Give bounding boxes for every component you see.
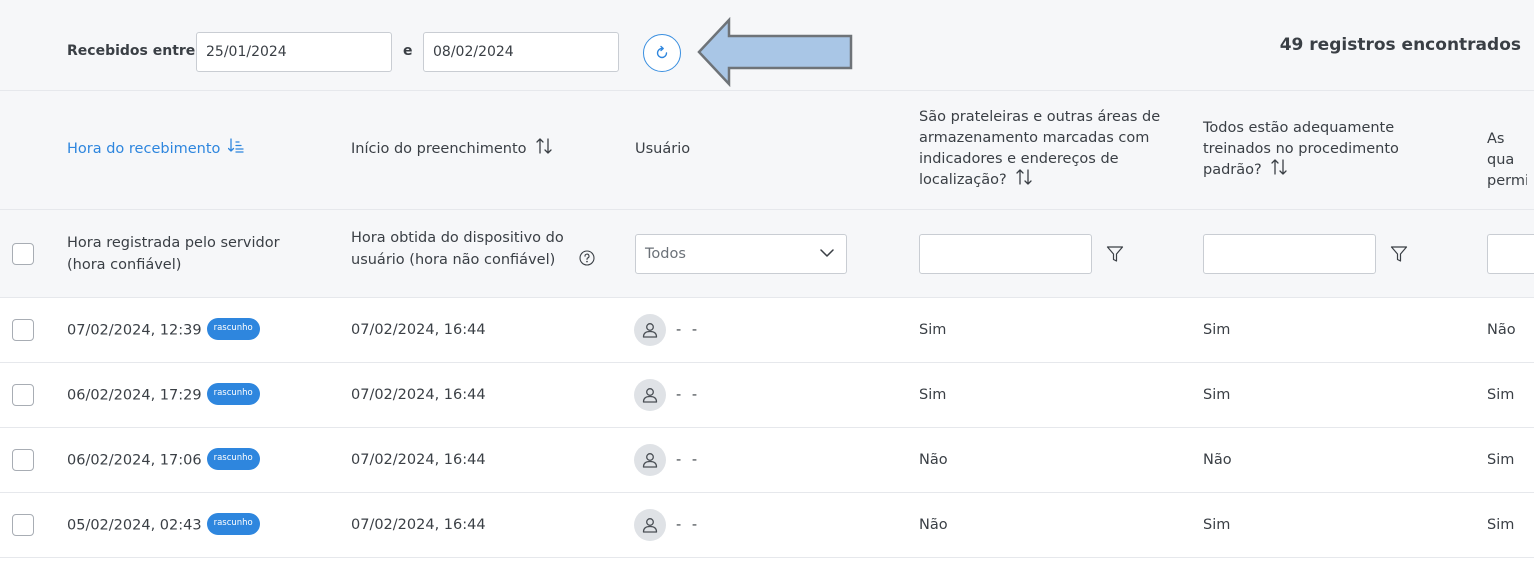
sort-icon[interactable] — [1270, 158, 1288, 176]
column-header-question-2[interactable]: Todos estão adequamente treinados no pro… — [1203, 118, 1413, 181]
started-column-description: Hora obtida do dispositivo do usuário (h… — [351, 227, 611, 271]
row-checkbox[interactable] — [12, 319, 34, 341]
records-count: 49 registros encontrados — [1279, 35, 1521, 55]
user-avatar — [634, 379, 666, 411]
row-checkbox[interactable] — [12, 384, 34, 406]
row-checkbox[interactable] — [12, 449, 34, 471]
user-name: - - — [676, 322, 701, 338]
question-3-cell: Não — [1487, 322, 1516, 338]
column-header-user: Usuário — [635, 141, 691, 157]
funnel-icon[interactable] — [1390, 245, 1408, 263]
received-time: 06/02/2024, 17:06 — [67, 452, 202, 469]
draft-badge: rascunho — [206, 448, 260, 470]
draft-badge: rascunho — [206, 318, 260, 340]
started-description-text: Hora obtida do dispositivo do usuário (h… — [351, 230, 564, 268]
user-name: - - — [676, 387, 701, 403]
sort-icon[interactable] — [535, 137, 553, 155]
refresh-button[interactable] — [643, 34, 681, 72]
draft-badge: rascunho — [206, 383, 260, 405]
question-3-filter-input[interactable] — [1487, 234, 1534, 274]
started-cell: 07/02/2024, 16:44 — [351, 517, 486, 533]
row-checkbox[interactable] — [12, 514, 34, 536]
date-filter-bar: Recebidos entre e 49 registros encontrad… — [0, 0, 1534, 91]
user-icon — [642, 323, 658, 338]
question-1-cell: Sim — [919, 387, 947, 403]
date-range-joiner: e — [403, 43, 413, 59]
refresh-icon — [656, 45, 668, 59]
column-header-started[interactable]: Início do preenchimento — [351, 137, 553, 160]
question-3-cell: Sim — [1487, 387, 1515, 403]
user-name: - - — [676, 452, 701, 468]
column-header-question-3: As qua permit — [1487, 131, 1527, 189]
column-label: Início do preenchimento — [351, 141, 527, 157]
table-row[interactable]: 06/02/2024, 17:29 rascunho 07/02/2024, 16… — [0, 363, 1534, 428]
date-range-label: Recebidos entre — [67, 43, 196, 59]
column-header-question-1[interactable]: São prateleiras e outras áreas de armaze… — [919, 107, 1169, 191]
question-2-cell: Sim — [1203, 517, 1231, 533]
started-cell: 07/02/2024, 16:44 — [351, 387, 486, 403]
question-2-filter-input[interactable] — [1203, 234, 1376, 274]
question-3-cell: Sim — [1487, 517, 1515, 533]
column-label: Hora do recebimento — [67, 141, 221, 157]
user-avatar — [634, 444, 666, 476]
received-column-description: Hora registrada pelo servidor (hora conf… — [67, 235, 280, 273]
user-icon — [642, 453, 658, 468]
sort-ascending-icon[interactable] — [228, 138, 246, 154]
table-filter-row: Hora registrada pelo servidor (hora conf… — [0, 210, 1534, 298]
question-2-cell: Sim — [1203, 322, 1231, 338]
question-2-cell: Sim — [1203, 387, 1231, 403]
table-row[interactable] — [0, 558, 1534, 574]
question-1-filter-input[interactable] — [919, 234, 1092, 274]
user-name: - - — [676, 517, 701, 533]
question-2-cell: Não — [1203, 452, 1232, 468]
table-row[interactable]: 05/02/2024, 02:43 rascunho 07/02/2024, 16… — [0, 493, 1534, 558]
date-from-input[interactable] — [196, 32, 392, 72]
received-time: 05/02/2024, 02:43 — [67, 517, 202, 534]
column-header-received[interactable]: Hora do recebimento — [67, 138, 246, 160]
help-circle-icon[interactable] — [579, 250, 595, 266]
chevron-down-icon — [820, 249, 834, 257]
table-row[interactable]: 06/02/2024, 17:06 rascunho 07/02/2024, 16… — [0, 428, 1534, 493]
funnel-icon[interactable] — [1106, 245, 1124, 263]
received-cell: 06/02/2024, 17:06 rascunho — [67, 448, 260, 470]
draft-badge: rascunho — [206, 513, 260, 535]
started-cell: 07/02/2024, 16:44 — [351, 322, 486, 338]
column-label: Todos estão adequamente treinados no pro… — [1203, 120, 1399, 178]
received-time: 07/02/2024, 12:39 — [67, 322, 202, 339]
question-3-cell: Sim — [1487, 452, 1515, 468]
received-cell: 07/02/2024, 12:39 rascunho — [67, 318, 260, 340]
user-icon — [642, 388, 658, 403]
user-avatar — [634, 509, 666, 541]
received-cell: 05/02/2024, 02:43 rascunho — [67, 513, 260, 535]
select-all-checkbox[interactable] — [12, 243, 34, 265]
table-row[interactable]: 07/02/2024, 12:39 rascunho 07/02/2024, 16… — [0, 298, 1534, 363]
column-label: São prateleiras e outras áreas de armaze… — [919, 109, 1161, 188]
question-1-cell: Sim — [919, 322, 947, 338]
user-avatar — [634, 314, 666, 346]
user-filter-select[interactable]: Todos — [635, 234, 847, 274]
question-1-cell: Não — [919, 452, 948, 468]
table-header: Hora do recebimento Início do preenchime… — [0, 91, 1534, 210]
sort-icon[interactable] — [1015, 168, 1033, 186]
date-to-input[interactable] — [423, 32, 619, 72]
user-filter-value: Todos — [645, 246, 686, 262]
user-icon — [642, 518, 658, 533]
annotation-arrow — [697, 17, 853, 87]
question-1-cell: Não — [919, 517, 948, 533]
received-cell: 06/02/2024, 17:29 rascunho — [67, 383, 260, 405]
started-cell: 07/02/2024, 16:44 — [351, 452, 486, 468]
received-time: 06/02/2024, 17:29 — [67, 387, 202, 404]
